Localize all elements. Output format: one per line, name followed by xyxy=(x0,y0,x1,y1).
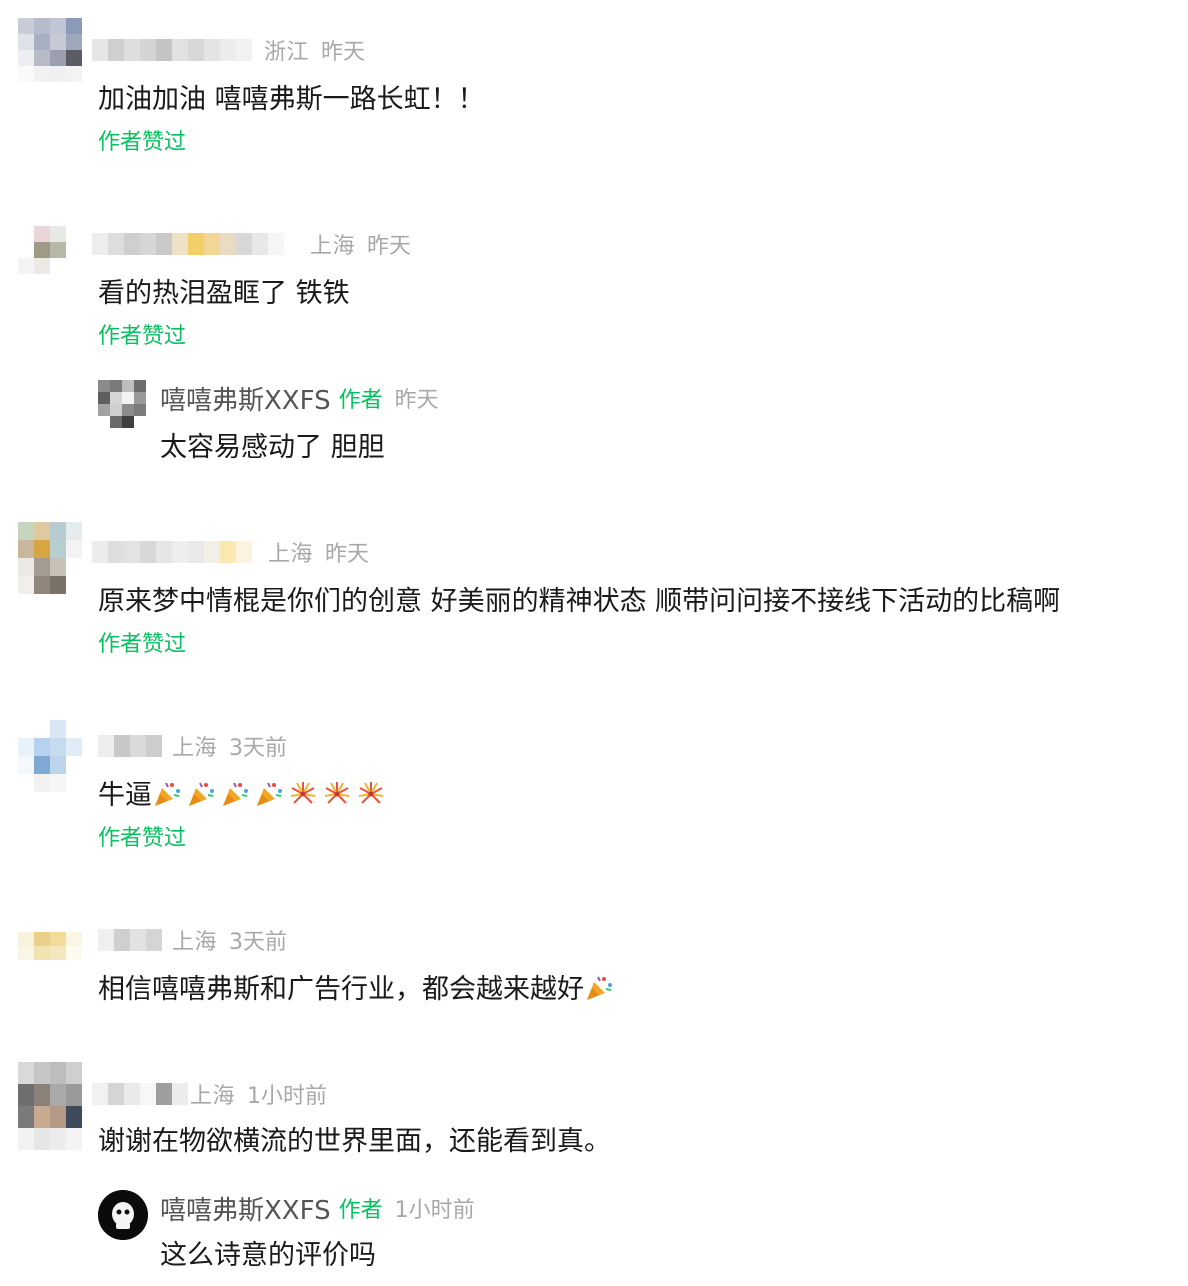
comment-region: 上海 xyxy=(190,1084,236,1109)
comment-time: 昨天 xyxy=(321,40,366,65)
party-popper-icon xyxy=(223,782,248,806)
comment-meta: 上海 3天前 xyxy=(98,924,287,956)
author-logo-icon xyxy=(98,1190,148,1240)
author-liked-label: 作者赞过 xyxy=(98,324,187,349)
user-avatar[interactable] xyxy=(18,1062,82,1150)
comment-region: 上海 xyxy=(172,736,218,761)
reply-time: 昨天 xyxy=(394,388,439,413)
fireworks-icon xyxy=(324,782,350,804)
fireworks-icon xyxy=(358,782,384,804)
comment-text-body: 相信嘻嘻弗斯和广告行业，都会越来越好 xyxy=(98,974,584,1005)
party-popper-icon xyxy=(155,782,180,806)
comment-text-body: 牛逼 xyxy=(98,780,152,811)
comment-time: 3天前 xyxy=(229,736,288,761)
party-popper-icon xyxy=(587,976,612,1000)
comment-time: 昨天 xyxy=(367,234,412,259)
user-avatar[interactable] xyxy=(18,522,82,594)
comment-region: 浙江 xyxy=(264,40,310,65)
comment-time: 3天前 xyxy=(229,930,288,955)
blurred-username[interactable] xyxy=(92,1083,188,1105)
reply-text: 这么诗意的评价吗 xyxy=(160,1240,376,1271)
user-avatar[interactable] xyxy=(18,918,82,974)
author-name[interactable]: 嘻嘻弗斯XXFS xyxy=(160,380,331,417)
blurred-username[interactable] xyxy=(92,39,252,61)
reply-text: 太容易感动了 胆胆 xyxy=(160,432,385,463)
author-liked-label: 作者赞过 xyxy=(98,826,187,851)
comment-meta: 浙江 昨天 xyxy=(92,34,365,66)
comment-time: 昨天 xyxy=(325,542,370,567)
comment-text: 加油加油 嘻嘻弗斯一路长虹！！ xyxy=(98,84,485,115)
author-avatar[interactable] xyxy=(98,380,146,432)
party-popper-icon xyxy=(189,782,214,806)
author-badge: 作者 xyxy=(338,388,383,413)
blurred-username[interactable] xyxy=(92,233,284,255)
comment-meta: 上海 3天前 xyxy=(98,730,287,762)
author-avatar[interactable] xyxy=(98,1190,148,1240)
user-avatar[interactable] xyxy=(18,720,82,792)
fireworks-icon xyxy=(290,782,316,804)
comment-text: 牛逼 xyxy=(98,778,390,814)
comment-meta: 上海 昨天 xyxy=(92,228,411,260)
comment-text: 相信嘻嘻弗斯和广告行业，都会越来越好 xyxy=(98,972,618,1008)
comment-region: 上海 xyxy=(310,234,356,259)
party-popper-icon xyxy=(257,782,282,806)
comment-meta: 上海 1小时前 xyxy=(92,1078,327,1110)
comment-region: 上海 xyxy=(172,930,218,955)
author-badge: 作者 xyxy=(338,1198,383,1223)
comment-region: 上海 xyxy=(268,542,314,567)
comment-meta: 上海 昨天 xyxy=(92,536,369,568)
reply-meta: 嘻嘻弗斯XXFS 作者 昨天 xyxy=(160,380,439,417)
user-avatar[interactable] xyxy=(18,226,82,290)
comment-time: 1小时前 xyxy=(247,1084,328,1109)
comment-text: 看的热泪盈眶了 铁铁 xyxy=(98,278,350,309)
comment-text: 原来梦中情棍是你们的创意 好美丽的精神状态 顺带问问接不接线下活动的比稿啊 xyxy=(98,586,1061,617)
user-avatar[interactable] xyxy=(18,18,82,82)
reply-time: 1小时前 xyxy=(394,1198,475,1223)
author-liked-label: 作者赞过 xyxy=(98,632,187,657)
author-liked-label: 作者赞过 xyxy=(98,130,187,155)
blurred-username[interactable] xyxy=(92,541,252,563)
comment-text: 谢谢在物欲横流的世界里面，还能看到真。 xyxy=(98,1126,611,1157)
reply-meta: 嘻嘻弗斯XXFS 作者 1小时前 xyxy=(160,1190,475,1227)
blurred-username[interactable] xyxy=(98,929,162,951)
blurred-username[interactable] xyxy=(98,735,162,757)
author-name[interactable]: 嘻嘻弗斯XXFS xyxy=(160,1190,331,1227)
